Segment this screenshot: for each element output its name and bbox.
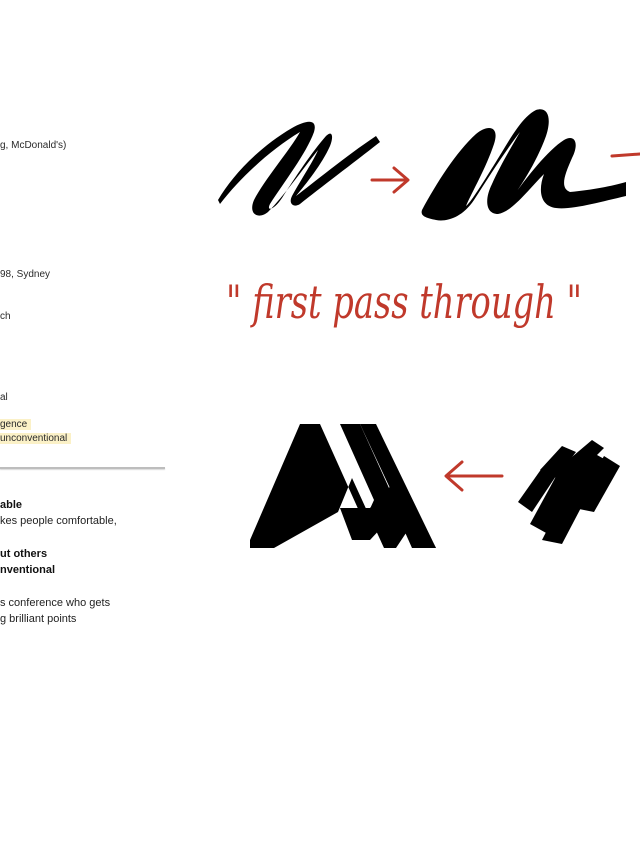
logo-sketches: " first pass through " bbox=[218, 109, 640, 548]
brush-m-sketch-1 bbox=[218, 121, 380, 216]
arrow-right-icon bbox=[370, 166, 410, 194]
striped-m-logo bbox=[518, 440, 620, 544]
caption-text: " first pass through " bbox=[226, 275, 582, 329]
arrow-left-icon bbox=[444, 460, 504, 492]
geometric-ma-logo bbox=[250, 424, 436, 548]
arrow-right-icon bbox=[610, 152, 640, 158]
handwritten-caption: " first pass through " bbox=[226, 275, 582, 329]
brush-m-sketch-2 bbox=[421, 109, 626, 221]
